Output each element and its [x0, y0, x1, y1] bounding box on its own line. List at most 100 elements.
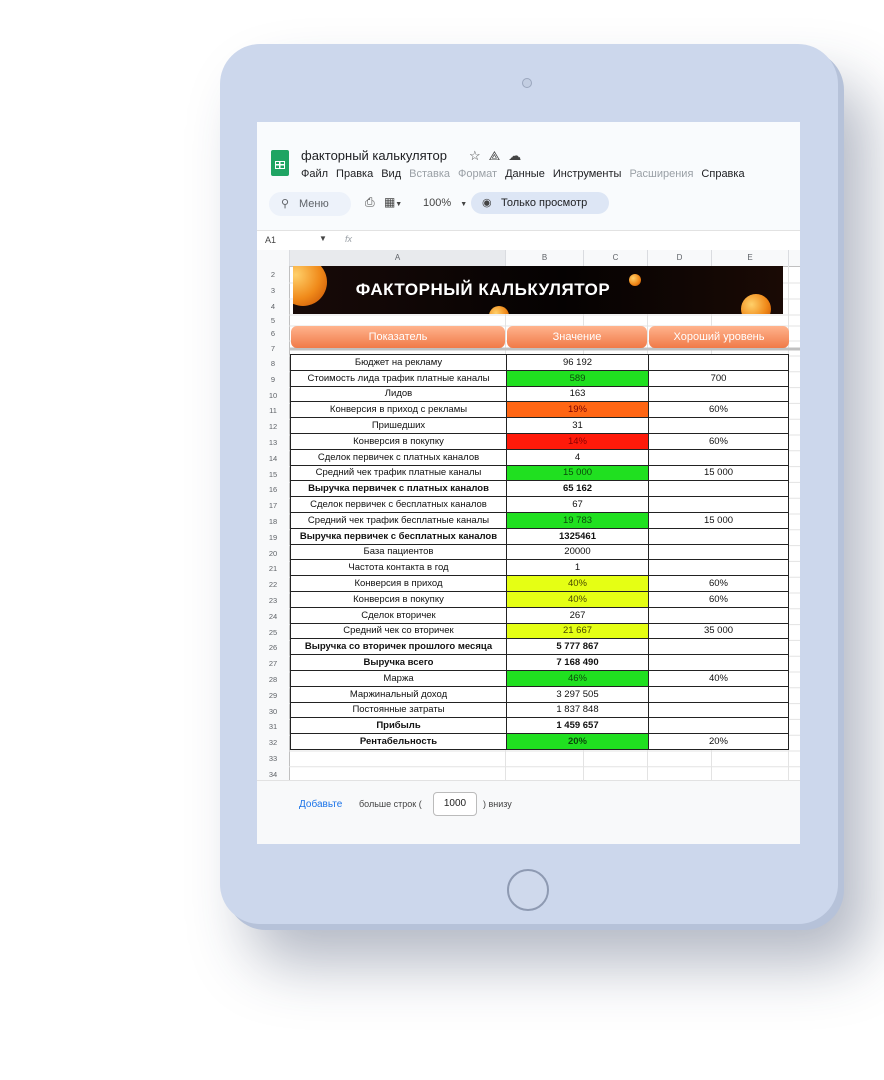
row-number[interactable]: 15 [257, 470, 289, 479]
value-cell[interactable]: 4 [506, 448, 649, 466]
indicator-cell[interactable]: Стоимость лида трафик платные каналы [290, 369, 507, 387]
value-cell[interactable]: 1 459 657 [506, 717, 649, 735]
indicator-cell[interactable]: Пришедших [290, 417, 507, 434]
row-number[interactable]: 22 [257, 580, 289, 589]
row-number[interactable]: 10 [257, 391, 289, 400]
row-number[interactable]: 28 [257, 675, 289, 684]
indicator-cell[interactable]: Прибыль [290, 717, 507, 735]
cell-reference[interactable]: A1 [265, 235, 276, 245]
row-number[interactable]: 32 [257, 738, 289, 747]
value-cell[interactable]: 65 162 [506, 480, 649, 498]
good-level-cell[interactable]: 60% [648, 432, 789, 450]
good-level-cell[interactable] [648, 527, 789, 545]
value-cell[interactable]: 20% [506, 733, 649, 750]
paint-format-icon[interactable]: ▦ [384, 195, 395, 209]
row-number[interactable]: 17 [257, 501, 289, 510]
row-number[interactable]: 30 [257, 707, 289, 716]
value-cell[interactable]: 14% [506, 432, 649, 450]
good-level-cell[interactable] [648, 480, 789, 498]
indicator-cell[interactable]: Средний чек трафик бесплатные каналы [290, 511, 507, 529]
menu-item-8[interactable]: Справка [701, 168, 744, 180]
value-cell[interactable]: 20000 [506, 543, 649, 561]
row-number[interactable]: 34 [257, 770, 289, 779]
row-number[interactable]: 21 [257, 564, 289, 573]
chevron-down-icon[interactable]: ▼ [395, 201, 402, 208]
value-cell[interactable]: 19 783 [506, 511, 649, 529]
indicator-cell[interactable]: Выручка со вторичек прошлого месяца [290, 638, 507, 656]
value-cell[interactable]: 40% [506, 590, 649, 608]
home-button[interactable] [507, 869, 549, 911]
menu-item-1[interactable]: Правка [336, 168, 373, 180]
view-only-button[interactable]: ◉ Только просмотр [471, 192, 609, 214]
indicator-cell[interactable]: Постоянные затраты [290, 701, 507, 719]
indicator-cell[interactable]: Средний чек со вторичек [290, 622, 507, 640]
row-number[interactable]: 20 [257, 549, 289, 558]
column-header-c[interactable]: C [584, 250, 648, 266]
column-header-a[interactable]: A [290, 250, 506, 266]
column-header-e[interactable]: E [712, 250, 789, 266]
value-cell[interactable]: 67 [506, 496, 649, 513]
drive-move-icon[interactable]: ⟁ [489, 148, 509, 163]
value-cell[interactable]: 31 [506, 417, 649, 434]
indicator-cell[interactable]: Конверсия в покупку [290, 432, 507, 450]
row-number[interactable]: 12 [257, 422, 289, 431]
good-level-cell[interactable]: 60% [648, 590, 789, 608]
good-level-cell[interactable]: 15 000 [648, 464, 789, 482]
good-level-cell[interactable] [648, 701, 789, 719]
value-cell[interactable]: 46% [506, 669, 649, 687]
row-number[interactable]: 3 [257, 286, 289, 295]
good-level-cell[interactable] [648, 417, 789, 434]
column-header-b[interactable]: B [506, 250, 584, 266]
star-icon[interactable]: ☆ [469, 148, 489, 163]
menu-item-2[interactable]: Вид [381, 168, 401, 180]
row-number[interactable]: 13 [257, 438, 289, 447]
indicator-cell[interactable]: Выручка всего [290, 654, 507, 671]
good-level-cell[interactable] [648, 354, 789, 371]
row-number[interactable]: 14 [257, 454, 289, 463]
add-rows-link[interactable]: Добавьте [299, 799, 342, 810]
row-number[interactable]: 4 [257, 302, 289, 311]
good-level-cell[interactable] [648, 638, 789, 656]
indicator-cell[interactable]: Маржа [290, 669, 507, 687]
menu-item-3[interactable]: Вставка [409, 168, 450, 180]
indicator-cell[interactable]: Сделок первичек с бесплатных каналов [290, 496, 507, 513]
menu-item-7[interactable]: Расширения [629, 168, 693, 180]
row-number[interactable]: 16 [257, 485, 289, 494]
good-level-cell[interactable] [648, 448, 789, 466]
value-cell[interactable]: 21 667 [506, 622, 649, 640]
row-number[interactable]: 33 [257, 754, 289, 763]
menu-item-4[interactable]: Формат [458, 168, 497, 180]
indicator-cell[interactable]: Выручка первичек с платных каналов [290, 480, 507, 498]
print-icon[interactable]: ⎙ [365, 195, 375, 209]
indicator-cell[interactable]: Средний чек трафик платные каналы [290, 464, 507, 482]
row-number[interactable]: 27 [257, 659, 289, 668]
row-number[interactable]: 7 [257, 344, 289, 353]
chevron-down-icon[interactable]: ▼ [319, 234, 327, 243]
indicator-cell[interactable]: Конверсия в приход [290, 575, 507, 592]
indicator-cell[interactable]: Маржинальный доход [290, 685, 507, 703]
row-number[interactable]: 9 [257, 375, 289, 384]
value-cell[interactable]: 40% [506, 575, 649, 592]
row-number[interactable]: 24 [257, 612, 289, 621]
menu-item-6[interactable]: Инструменты [553, 168, 622, 180]
row-number[interactable]: 2 [257, 270, 289, 279]
good-level-cell[interactable]: 35 000 [648, 622, 789, 640]
indicator-cell[interactable]: Бюджет на рекламу [290, 354, 507, 371]
row-number[interactable]: 19 [257, 533, 289, 542]
menu-search[interactable]: ⚲ Меню [269, 192, 351, 216]
value-cell[interactable]: 5 777 867 [506, 638, 649, 656]
value-cell[interactable]: 1 [506, 559, 649, 577]
row-number[interactable]: 18 [257, 517, 289, 526]
indicator-cell[interactable]: Конверсия в покупку [290, 590, 507, 608]
row-number[interactable]: 6 [257, 329, 289, 338]
row-number[interactable]: 23 [257, 596, 289, 605]
row-number[interactable]: 11 [257, 406, 289, 415]
good-level-cell[interactable]: 15 000 [648, 511, 789, 529]
value-cell[interactable]: 163 [506, 385, 649, 403]
value-cell[interactable]: 1 837 848 [506, 701, 649, 719]
value-cell[interactable]: 3 297 505 [506, 685, 649, 703]
good-level-cell[interactable]: 700 [648, 369, 789, 387]
indicator-cell[interactable]: Сделок первичек с платных каналов [290, 448, 507, 466]
good-level-cell[interactable]: 60% [648, 401, 789, 419]
value-cell[interactable]: 15 000 [506, 464, 649, 482]
